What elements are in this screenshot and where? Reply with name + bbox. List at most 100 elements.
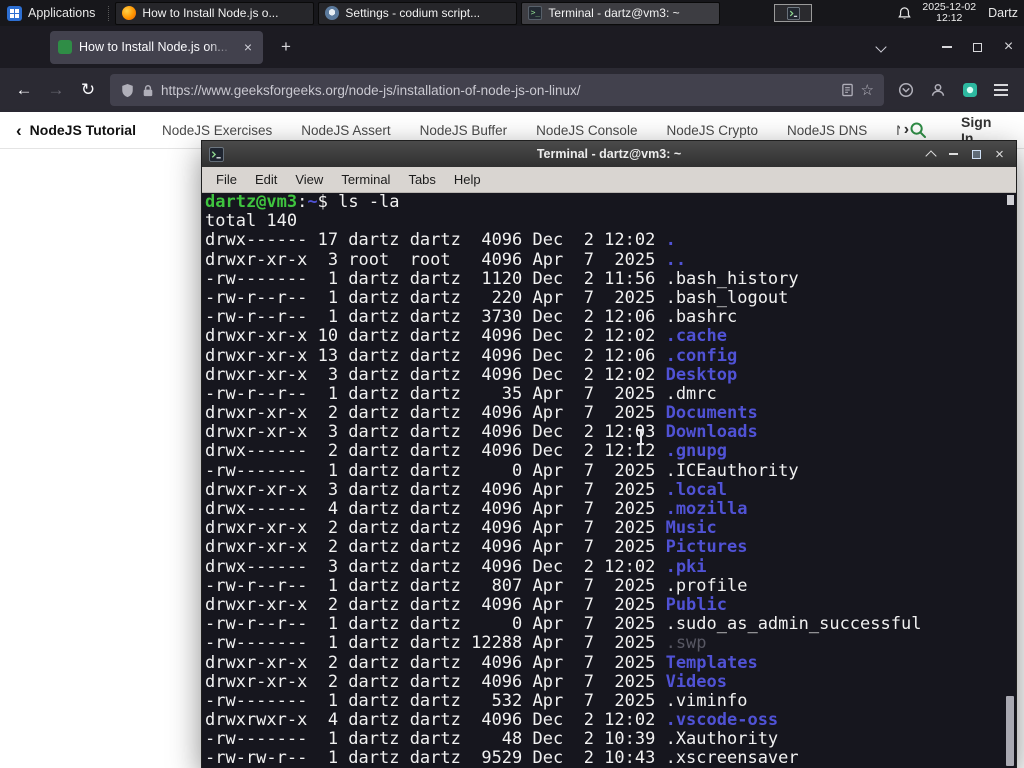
terminal-output-line: drwxr-xr-x 2 dartz dartz 4096 Apr 7 2025…: [205, 518, 717, 539]
window-maximize-button[interactable]: [962, 32, 993, 62]
panel-status-area: 2025-12-02 12:12 Dartz: [897, 1, 1024, 25]
maximize-icon: [972, 149, 981, 159]
panel-divider: [108, 5, 110, 21]
forward-button[interactable]: →: [40, 75, 72, 105]
file-name: .dmrc: [665, 383, 717, 404]
geeksforgeeks-favicon: [58, 40, 72, 54]
terminal-titlebar[interactable]: Terminal - dartz@vm3: ~ ×: [202, 141, 1016, 167]
terminal-menu-terminal[interactable]: Terminal: [332, 172, 399, 187]
rollup-button[interactable]: [919, 143, 942, 165]
notification-bell-icon[interactable]: [897, 6, 912, 21]
terminal-menu-help[interactable]: Help: [445, 172, 490, 187]
panel-clock[interactable]: 2025-12-02 12:12: [922, 1, 976, 25]
terminal-output-line: drwxr-xr-x 2 dartz dartz 4096 Apr 7 2025…: [205, 671, 727, 692]
browser-tab[interactable]: How to Install Node.js on... ×: [50, 30, 263, 64]
file-name: .Xauthority: [665, 729, 779, 750]
taskbar-button[interactable]: Settings - codium script...: [318, 1, 518, 25]
clock-time: 12:12: [936, 12, 963, 24]
terminal-output[interactable]: dartz@vm3:~$ ls -la total 140 drwx------ 1…: [202, 193, 1016, 768]
panel-task-list: How to Install Node.js o... Settings - co…: [113, 0, 722, 26]
extension-icon[interactable]: [962, 82, 978, 98]
tutorial-title[interactable]: NodeJS Tutorial: [30, 122, 136, 138]
reload-button[interactable]: ↻: [72, 75, 104, 105]
taskbar-button[interactable]: How to Install Node.js o...: [115, 1, 315, 25]
chevron-left-icon[interactable]: ‹: [16, 122, 22, 139]
search-icon[interactable]: [909, 121, 927, 139]
bookmark-star-icon[interactable]: ☆: [861, 83, 874, 98]
terminal-menu-tabs[interactable]: Tabs: [399, 172, 444, 187]
terminal-output-line: -rw-r--r-- 1 dartz dartz 807 Apr 7 2025 …: [205, 575, 748, 596]
terminal-window: Terminal - dartz@vm3: ~ × File Edit View Te…: [201, 140, 1017, 768]
terminal-output-line: -rw-r--r-- 1 dartz dartz 3730 Dec 2 12:0…: [205, 307, 738, 328]
terminal-output-line: drwxr-xr-x 3 root root 4096 Apr 7 2025 .…: [205, 249, 687, 270]
terminal-prompt-line: dartz@vm3:~$ ls -la: [205, 193, 400, 212]
file-name: .ICEauthority: [665, 460, 799, 481]
site-nav-link[interactable]: NodeJS Crypto: [666, 123, 758, 138]
file-name: Public: [665, 594, 727, 615]
terminal-output-line: -rw-r--r-- 1 dartz dartz 0 Apr 7 2025 .s…: [205, 614, 922, 635]
taskbar-button-label: How to Install Node.js o...: [142, 6, 279, 20]
file-name: ..: [665, 249, 687, 270]
taskbar-button[interactable]: Terminal - dartz@vm3: ~: [521, 1, 721, 25]
tab-list-button[interactable]: [867, 32, 895, 62]
terminal-output-line: -rw------- 1 dartz dartz 12288 Apr 7 202…: [205, 633, 707, 654]
terminal-minimize-button[interactable]: [942, 143, 965, 165]
reader-mode-icon[interactable]: [841, 83, 854, 97]
firefox-icon: [122, 6, 137, 20]
site-nav-links: NodeJS Exercises NodeJS Assert NodeJS Buff…: [162, 123, 900, 138]
file-name: .viminfo: [665, 690, 748, 711]
lock-icon[interactable]: [142, 84, 154, 97]
site-nav-link[interactable]: Node: [896, 123, 899, 138]
file-name: .sudo_as_admin_successful: [665, 614, 922, 635]
site-nav-link[interactable]: NodeJS Exercises: [162, 123, 272, 138]
pocket-icon[interactable]: [898, 82, 914, 98]
tab-close-button[interactable]: ×: [241, 39, 255, 55]
panel-user-label: Dartz: [988, 6, 1018, 20]
applications-menu[interactable]: Applications: [0, 0, 105, 26]
terminal-output-line: drwxr-xr-x 3 dartz dartz 4096 Dec 2 12:0…: [205, 364, 738, 385]
chevron-down-icon: [875, 41, 887, 53]
terminal-output-line: drwxr-xr-x 2 dartz dartz 4096 Apr 7 2025…: [205, 403, 758, 424]
site-nav-link[interactable]: NodeJS DNS: [787, 123, 867, 138]
scrollbar-thumb[interactable]: [1006, 696, 1014, 766]
window-minimize-button[interactable]: [931, 32, 962, 62]
terminal-close-button[interactable]: ×: [988, 143, 1011, 165]
file-name: .xscreensaver: [665, 748, 799, 768]
terminal-output-line: drwx------ 17 dartz dartz 4096 Dec 2 12:…: [205, 230, 676, 251]
window-close-button[interactable]: ×: [993, 32, 1024, 62]
back-button[interactable]: ←: [8, 75, 40, 105]
account-person-icon[interactable]: [930, 82, 946, 98]
site-nav-link[interactable]: NodeJS Assert: [301, 123, 390, 138]
terminal-menu-file[interactable]: File: [207, 172, 246, 187]
chevron-up-icon: [924, 149, 937, 162]
file-name: Downloads: [665, 422, 758, 443]
file-name: .mozilla: [665, 499, 748, 519]
hamburger-menu-icon[interactable]: [994, 89, 1008, 91]
terminal-icon: [786, 6, 800, 20]
file-name: .local: [665, 479, 727, 500]
url-bar[interactable]: https://www.geeksforgeeks.org/node-js/in…: [110, 74, 884, 106]
site-nav-link[interactable]: NodeJS Console: [536, 123, 637, 138]
tracking-protection-shield-icon[interactable]: [120, 83, 135, 98]
terminal-output-line: drwx------ 4 dartz dartz 4096 Apr 7 2025…: [205, 499, 748, 519]
terminal-menu-view[interactable]: View: [286, 172, 332, 187]
site-nav-link[interactable]: NodeJS Buffer: [420, 123, 508, 138]
terminal-menu-edit[interactable]: Edit: [246, 172, 286, 187]
file-name: Pictures: [665, 537, 748, 558]
terminal-output-line: -rw-r--r-- 1 dartz dartz 35 Apr 7 2025 .…: [205, 383, 717, 404]
maximize-icon: [973, 42, 982, 52]
terminal-output-line: drwxrwxr-x 4 dartz dartz 4096 Dec 2 12:0…: [205, 710, 779, 731]
terminal-output-line: -rw------- 1 dartz dartz 532 Apr 7 2025 …: [205, 690, 748, 711]
terminal-maximize-button[interactable]: [965, 143, 988, 165]
new-tab-button[interactable]: +: [273, 35, 299, 59]
file-name: .bash_history: [665, 268, 799, 289]
file-name: Templates: [665, 652, 758, 673]
workspace-switcher[interactable]: [774, 4, 813, 22]
terminal-output-line: drwxr-xr-x 2 dartz dartz 4096 Apr 7 2025…: [205, 537, 748, 558]
terminal-title: Terminal - dartz@vm3: ~: [536, 147, 682, 161]
terminal-output-line: -rw------- 1 dartz dartz 1120 Dec 2 11:5…: [205, 268, 799, 289]
file-name: Music: [665, 518, 717, 539]
terminal-output-line: -rw-rw-r-- 1 dartz dartz 9529 Dec 2 10:4…: [205, 748, 799, 768]
file-name: Videos: [665, 671, 727, 692]
terminal-output-line: drwxr-xr-x 2 dartz dartz 4096 Apr 7 2025…: [205, 594, 727, 615]
